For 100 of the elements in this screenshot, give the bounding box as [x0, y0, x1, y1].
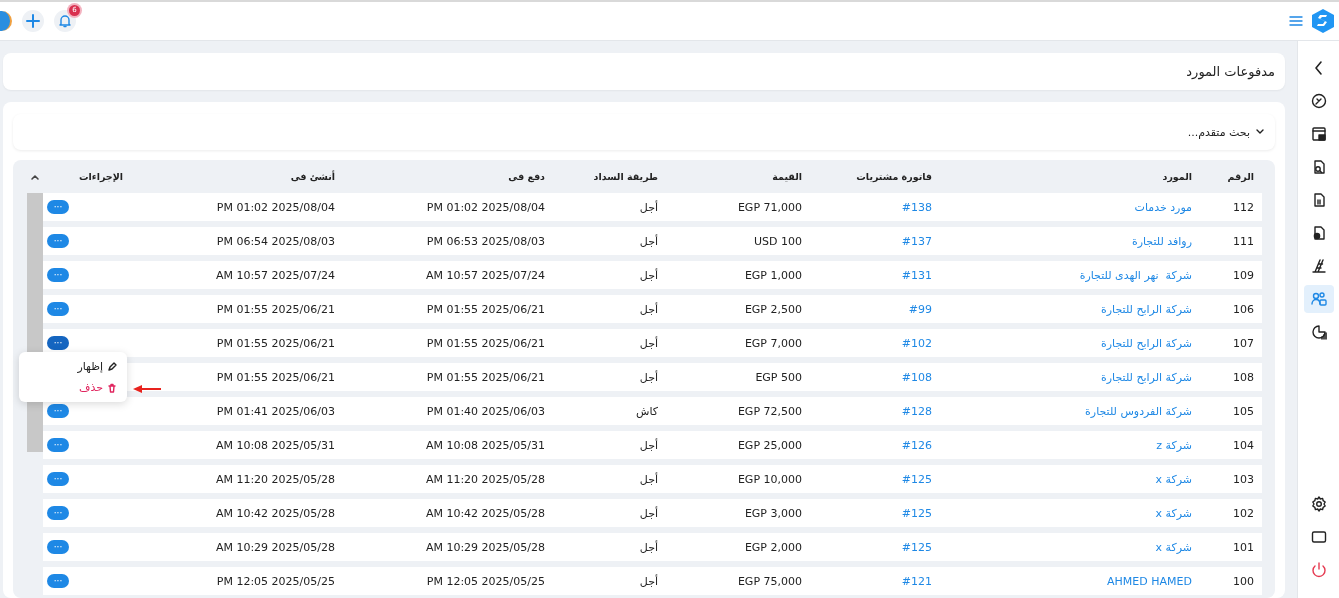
invoice-link[interactable]: #126	[901, 438, 932, 452]
trash-icon	[107, 382, 117, 393]
row-number: 101	[1233, 540, 1254, 554]
supplier-link[interactable]: شركة z	[1156, 438, 1192, 452]
row-number: 107	[1233, 336, 1254, 350]
advanced-search-toggle[interactable]: بحث متقدم...	[1187, 125, 1265, 139]
column-header: أنشئ فى	[289, 171, 336, 182]
supplier-link[interactable]: شركة نهر الهدى للتجارة	[1079, 268, 1192, 282]
invoice-link[interactable]: #125	[901, 472, 932, 486]
add-button[interactable]	[22, 10, 44, 32]
created-date-cell: AM 10:29 2025/05/28	[215, 540, 335, 554]
supplier-link[interactable]: AHMED HAMED	[1107, 574, 1192, 588]
invoice-link[interactable]: #137	[901, 234, 932, 248]
screen-icon[interactable]	[1309, 528, 1328, 546]
amount-cell: EGP 72,500	[737, 404, 802, 418]
created-date-cell: PM 01:55 2025/06/21	[216, 370, 335, 384]
created-date-cell: AM 10:42 2025/05/28	[215, 506, 335, 520]
payment-method-cell: أجل	[639, 268, 658, 282]
amount-cell: EGP 7,000	[744, 336, 802, 350]
users-icon[interactable]	[1309, 290, 1328, 308]
invoice-link[interactable]: #108	[901, 370, 932, 384]
invoice-link[interactable]: #99	[908, 302, 932, 316]
invoice-link[interactable]: #125	[901, 540, 932, 554]
invoice-link[interactable]: #121	[901, 574, 932, 588]
payment-method-cell: أجل	[639, 540, 658, 554]
supplier-link[interactable]: شركة الفردوس للتجارة	[1085, 404, 1192, 418]
row-number: 111	[1233, 234, 1254, 248]
row-number: 103	[1233, 472, 1254, 486]
column-header: المورد	[1161, 171, 1193, 182]
row-number: 100	[1233, 574, 1254, 588]
settings-icon[interactable]	[1309, 495, 1328, 513]
supplier-link[interactable]: شركة الرابح للتجارة	[1101, 370, 1192, 384]
gauge-icon[interactable]	[1309, 92, 1328, 110]
row-number: 112	[1233, 200, 1254, 214]
logo-icon[interactable]	[1311, 8, 1335, 34]
pie-chart-icon[interactable]	[1309, 323, 1328, 341]
created-date-cell: PM 01:55 2025/06/21	[216, 336, 335, 350]
paid-date-cell: PM 01:55 2025/06/21	[426, 302, 545, 316]
amount-cell: EGP 3,000	[744, 506, 802, 520]
row-number: 108	[1233, 370, 1254, 384]
actions-button[interactable]: ···	[47, 574, 69, 588]
menu-item[interactable]: حذف	[19, 379, 127, 396]
actions-button[interactable]: ···	[47, 336, 69, 350]
menu-item[interactable]: إظهار	[19, 358, 127, 375]
amount-cell: EGP 2,500	[744, 302, 802, 316]
actions-button[interactable]: ···	[47, 200, 69, 214]
supplier-link[interactable]: شركة الرابح للتجارة	[1101, 302, 1192, 316]
created-date-cell: PM 06:54 2025/08/03	[216, 234, 335, 248]
supplier-link[interactable]: روافد للتجارة	[1131, 234, 1192, 248]
column-header: طريقة السداد	[592, 171, 659, 182]
created-date-cell: AM 11:20 2025/05/28	[215, 472, 335, 486]
created-date-cell: PM 01:55 2025/06/21	[216, 302, 335, 316]
invoice-link[interactable]: #131	[901, 268, 932, 282]
paid-date-cell: AM 10:42 2025/05/28	[425, 506, 545, 520]
paid-date-cell: PM 12:05 2025/05/25	[426, 574, 545, 588]
amount-cell: EGP 1,000	[744, 268, 802, 282]
invoice-link[interactable]: #138	[901, 200, 932, 214]
invoice-link[interactable]: #128	[901, 404, 932, 418]
paid-date-cell: PM 01:02 2025/08/04	[426, 200, 545, 214]
bell-icon	[58, 14, 72, 28]
supplier-link[interactable]: شركة x	[1155, 472, 1192, 486]
invoice-link[interactable]: #102	[901, 336, 932, 350]
payment-method-cell: أجل	[639, 302, 658, 316]
amount-cell: EGP 71,000	[737, 200, 802, 214]
paid-date-cell: AM 11:20 2025/05/28	[425, 472, 545, 486]
actions-button[interactable]: ···	[47, 472, 69, 486]
notifications-button[interactable]	[54, 10, 76, 32]
actions-button[interactable]: ···	[47, 268, 69, 282]
row-number: 106	[1233, 302, 1254, 316]
actions-button[interactable]: ···	[47, 540, 69, 554]
actions-button[interactable]: ···	[47, 234, 69, 248]
power-icon[interactable]	[1309, 561, 1328, 579]
supplier-link[interactable]: مورد خدمات	[1134, 200, 1192, 214]
amount-cell: EGP 500	[755, 370, 802, 384]
actions-button[interactable]: ···	[47, 506, 69, 520]
avatar[interactable]	[0, 11, 12, 31]
amount-cell: EGP 25,000	[737, 438, 802, 452]
amount-cell: EGP 2,000	[744, 540, 802, 554]
created-date-cell: AM 10:57 2025/07/24	[215, 268, 335, 282]
column-header: دفع فى	[507, 171, 546, 182]
arrow-annotation	[133, 384, 163, 394]
supplier-link[interactable]: شركة x	[1155, 540, 1192, 554]
payment-method-cell: كاش	[635, 404, 658, 418]
paid-date-cell: PM 01:40 2025/06/03	[426, 404, 545, 418]
payment-method-cell: أجل	[639, 438, 658, 452]
actions-button[interactable]: ···	[47, 438, 69, 452]
supplier-link[interactable]: شركة x	[1155, 506, 1192, 520]
ladder-icon[interactable]	[1309, 257, 1328, 275]
menu-icon[interactable]	[1289, 15, 1303, 27]
supplier-link[interactable]: شركة الرابح للتجارة	[1101, 336, 1192, 350]
actions-button[interactable]: ···	[47, 404, 69, 418]
actions-button[interactable]: ···	[47, 302, 69, 316]
created-date-cell: PM 12:05 2025/05/25	[216, 574, 335, 588]
chevron-up-icon[interactable]	[30, 172, 40, 181]
column-header: الرقم	[1226, 171, 1255, 182]
column-header: القيمة	[771, 171, 803, 182]
invoice-link[interactable]: #125	[901, 506, 932, 520]
payment-method-cell: أجل	[639, 200, 658, 214]
store-icon[interactable]	[1309, 125, 1328, 143]
row-number: 104	[1233, 438, 1254, 452]
